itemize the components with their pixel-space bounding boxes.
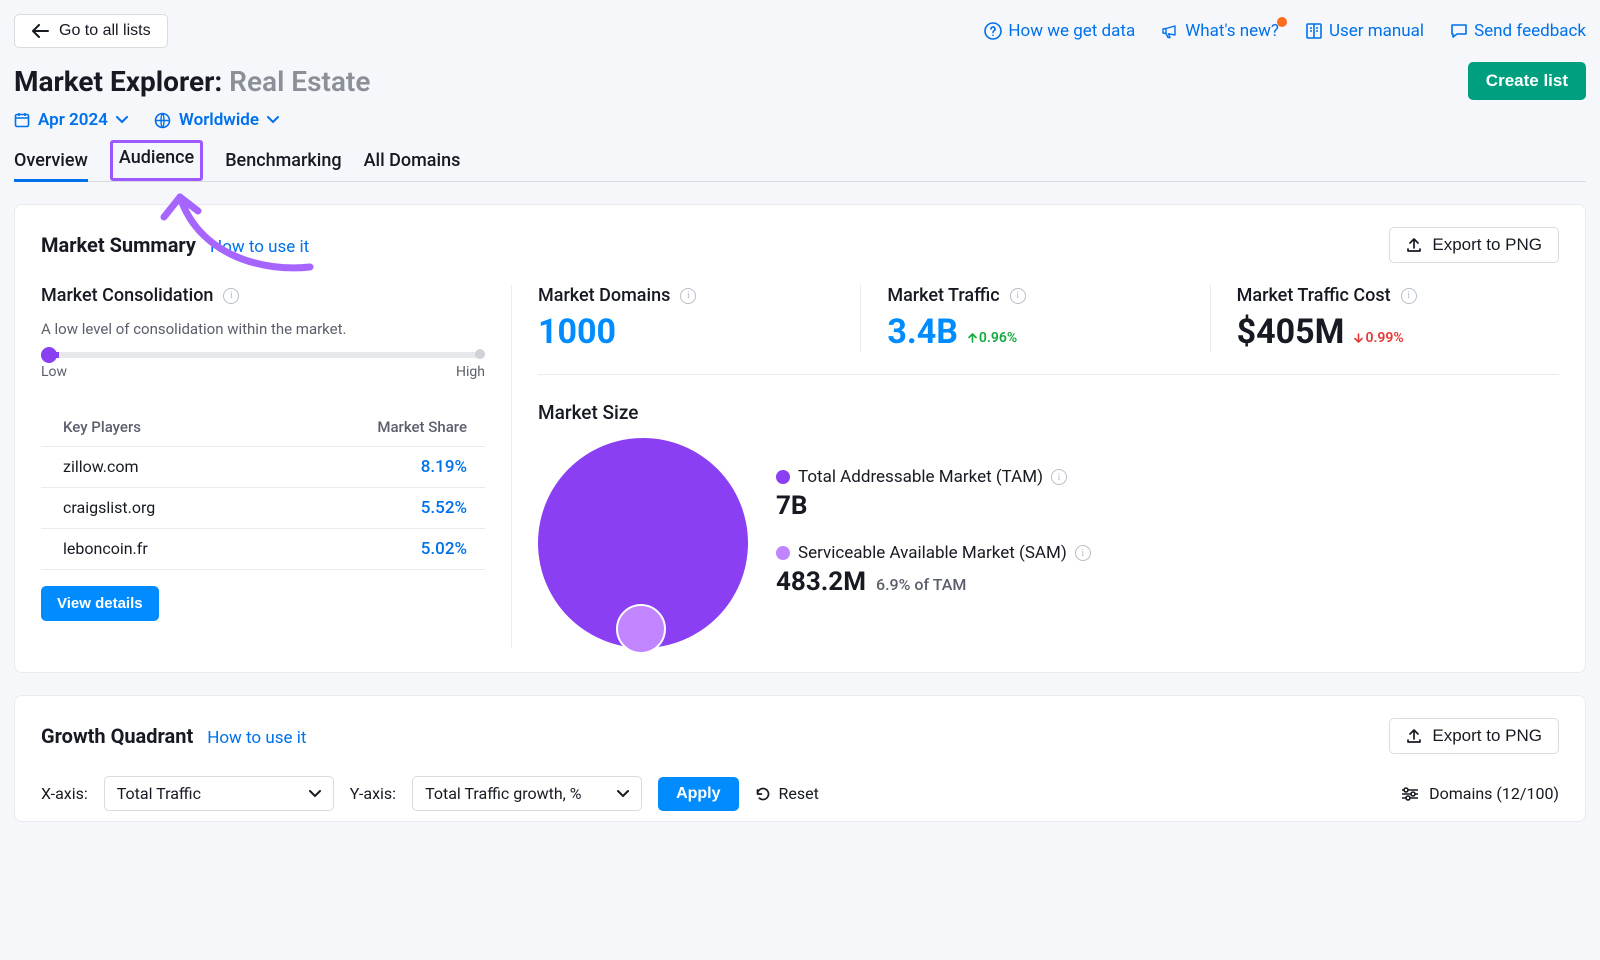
how-we-get-data-link[interactable]: How we get data <box>984 21 1135 41</box>
dot-icon <box>776 470 790 484</box>
sam-legend: Serviceable Available Market (SAM) i 483… <box>776 543 1091 597</box>
chat-icon <box>1450 22 1468 40</box>
arrow-up-icon <box>968 333 977 343</box>
growth-quadrant-title: Growth Quadrant <box>41 724 193 748</box>
market-domains-metric: Market Domains i 1000 <box>538 285 860 352</box>
chevron-down-icon <box>309 790 321 798</box>
growth-quadrant-card: Growth Quadrant How to use it Export to … <box>14 695 1586 822</box>
refresh-icon <box>755 786 771 802</box>
notification-dot-icon <box>1277 17 1287 27</box>
tab-all-domains[interactable]: All Domains <box>364 146 461 181</box>
market-summary-card: Market Summary How to use it Export to P… <box>14 204 1586 673</box>
page-title: Market Explorer: Real Estate <box>14 65 370 98</box>
info-icon[interactable]: i <box>1401 288 1417 304</box>
book-icon <box>1305 22 1323 40</box>
x-axis-select[interactable]: Total Traffic <box>104 776 334 811</box>
export-png-button[interactable]: Export to PNG <box>1389 227 1559 263</box>
market-size-chart <box>538 438 748 648</box>
market-share-link[interactable]: 8.19% <box>421 457 467 477</box>
info-icon[interactable]: i <box>223 288 239 304</box>
megaphone-icon <box>1161 22 1179 40</box>
market-traffic-metric: Market Traffic i 3.4B 0.96% <box>860 285 1209 352</box>
info-icon[interactable]: i <box>680 288 696 304</box>
info-icon[interactable]: i <box>1010 288 1026 304</box>
market-summary-title: Market Summary <box>41 233 196 257</box>
globe-icon <box>154 112 171 129</box>
user-manual-link[interactable]: User manual <box>1305 21 1424 41</box>
create-list-button[interactable]: Create list <box>1468 62 1586 100</box>
header-links: How we get data What's new? User manual … <box>984 21 1586 41</box>
export-png-button[interactable]: Export to PNG <box>1389 718 1559 754</box>
tabs: Overview Audience Benchmarking All Domai… <box>14 146 1586 182</box>
arrow-down-icon <box>1354 333 1363 343</box>
back-to-lists-button[interactable]: Go to all lists <box>14 14 168 48</box>
calendar-icon <box>14 112 30 128</box>
tam-legend: Total Addressable Market (TAM) i 7B <box>776 467 1091 521</box>
domains-count-button[interactable]: Domains (12/100) <box>1401 784 1559 803</box>
apply-button[interactable]: Apply <box>658 777 738 811</box>
help-circle-icon <box>984 22 1002 40</box>
key-players-table: Key Players Market Share zillow.com 8.19… <box>41 408 485 570</box>
upload-icon <box>1406 237 1422 253</box>
whats-new-link[interactable]: What's new? <box>1161 21 1279 41</box>
upload-icon <box>1406 728 1422 744</box>
consolidation-slider <box>41 352 485 358</box>
region-filter[interactable]: Worldwide <box>154 110 279 130</box>
slider-end-icon <box>475 349 485 359</box>
x-axis-label: X-axis: <box>41 784 88 803</box>
table-row: leboncoin.fr 5.02% <box>41 529 485 570</box>
y-axis-select[interactable]: Total Traffic growth, % <box>412 776 642 811</box>
arrow-left-icon <box>31 24 49 38</box>
send-feedback-link[interactable]: Send feedback <box>1450 21 1586 41</box>
delta-down: 0.99% <box>1354 330 1403 346</box>
chevron-down-icon <box>617 790 629 798</box>
how-to-use-link[interactable]: How to use it <box>210 237 309 257</box>
market-size-section: Market Size Total Addressable Market (TA… <box>538 401 1559 648</box>
market-traffic-cost-metric: Market Traffic Cost i $405M 0.99% <box>1210 285 1559 352</box>
slider-thumb-icon <box>41 347 57 363</box>
delta-up: 0.96% <box>968 330 1017 346</box>
sam-bubble-icon <box>616 604 666 654</box>
how-to-use-link[interactable]: How to use it <box>207 728 306 748</box>
date-filter[interactable]: Apr 2024 <box>14 110 128 130</box>
y-axis-label: Y-axis: <box>350 784 396 803</box>
view-details-button[interactable]: View details <box>41 586 159 621</box>
dot-icon <box>776 546 790 560</box>
tab-overview[interactable]: Overview <box>14 146 88 181</box>
chevron-down-icon <box>267 116 279 124</box>
table-row: zillow.com 8.19% <box>41 447 485 488</box>
tab-benchmarking[interactable]: Benchmarking <box>225 146 341 181</box>
info-icon[interactable]: i <box>1051 469 1067 485</box>
table-row: craigslist.org 5.52% <box>41 488 485 529</box>
tab-audience[interactable]: Audience <box>110 140 203 181</box>
market-share-link[interactable]: 5.52% <box>421 498 467 518</box>
market-share-link[interactable]: 5.02% <box>421 539 467 559</box>
info-icon[interactable]: i <box>1075 545 1091 561</box>
market-consolidation-section: Market Consolidation i A low level of co… <box>41 285 511 648</box>
sliders-icon <box>1401 787 1419 801</box>
back-label: Go to all lists <box>59 22 151 40</box>
chevron-down-icon <box>116 116 128 124</box>
reset-button[interactable]: Reset <box>755 784 819 803</box>
